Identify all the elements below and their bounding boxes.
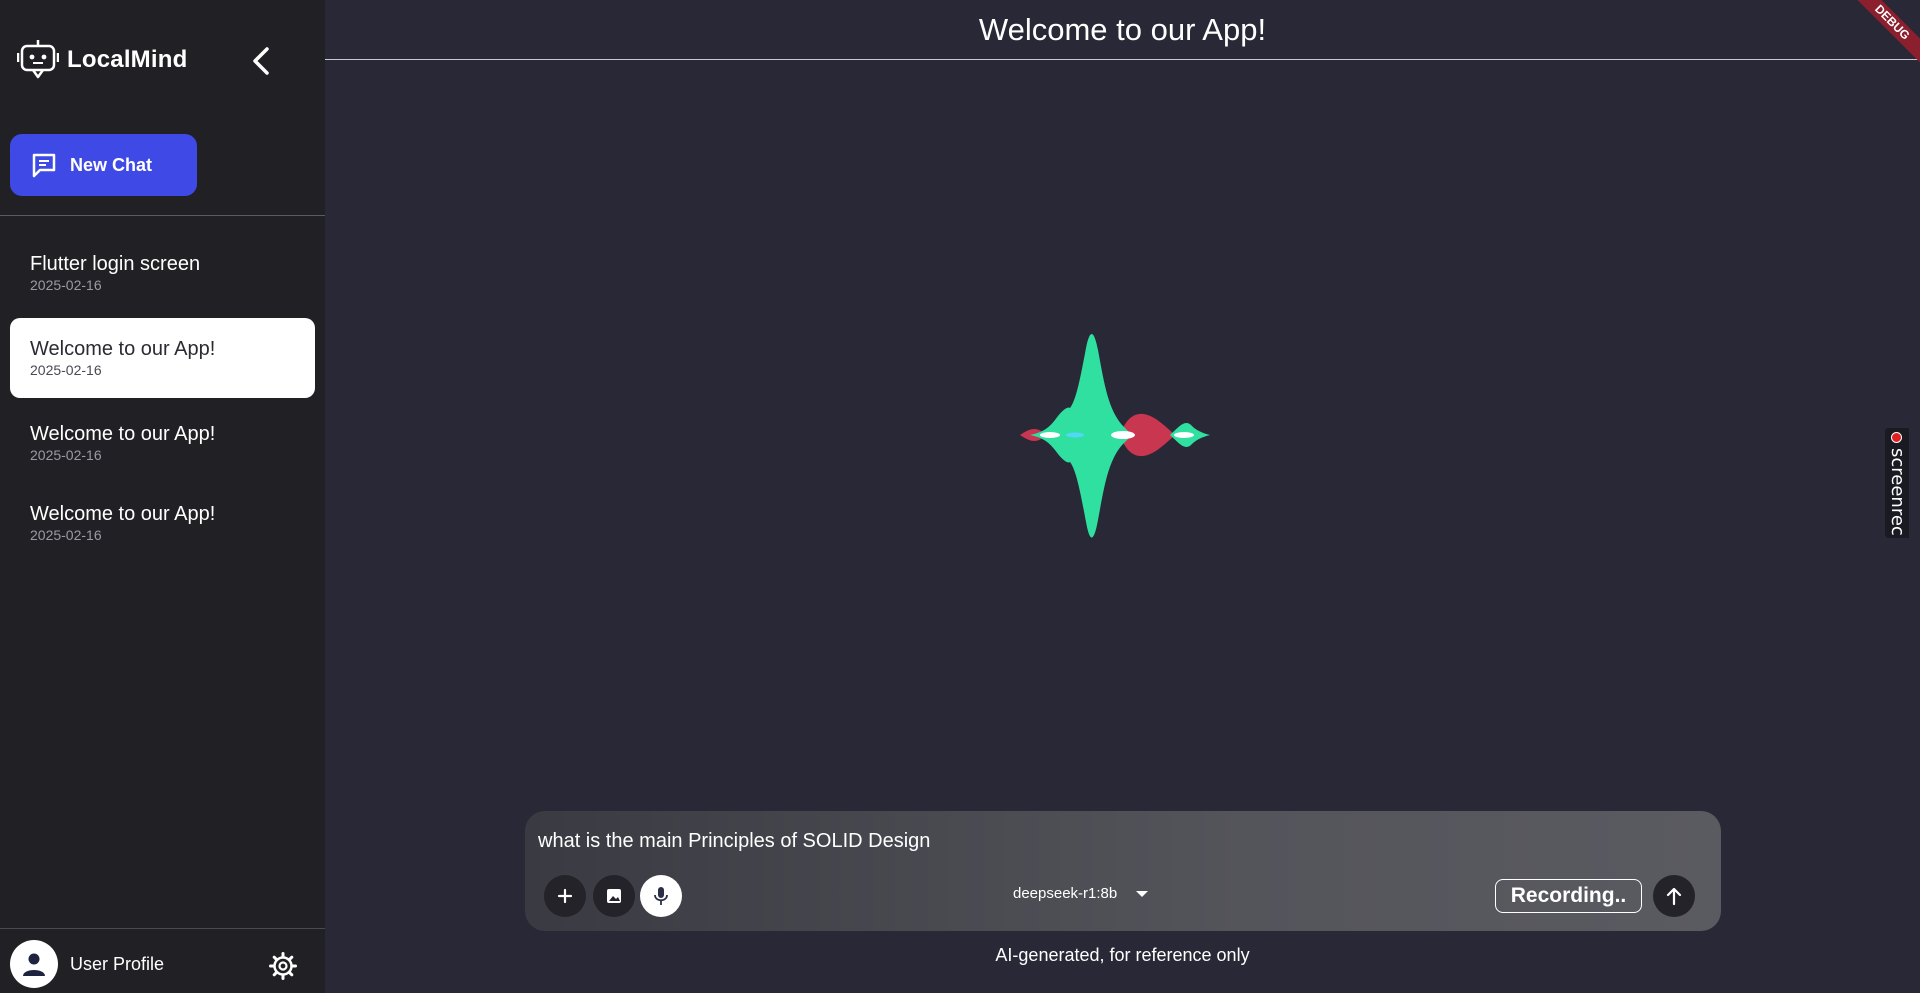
model-selector[interactable]: deepseek-r1:8b [1013, 885, 1149, 902]
message-input[interactable] [536, 825, 1690, 857]
screenrec-tab[interactable]: screenrec [1885, 428, 1909, 538]
record-dot-icon [1891, 432, 1902, 443]
chat-composer: deepseek-r1:8b Recording.. [525, 811, 1721, 931]
sidebar: LocalMind New Chat Flutter login screen … [0, 0, 325, 993]
chat-date: 2025-02-16 [30, 277, 102, 293]
profile-divider [0, 928, 325, 929]
chat-date: 2025-02-16 [30, 527, 102, 543]
microphone-icon [654, 887, 668, 905]
robot-chat-icon [17, 40, 59, 79]
brand: LocalMind [17, 38, 187, 82]
chat-history-item[interactable]: Welcome to our App! 2025-02-16 [10, 488, 315, 558]
new-chat-button[interactable]: New Chat [10, 134, 197, 196]
chat-title: Welcome to our App! [30, 423, 216, 445]
voice-waveform [920, 333, 1320, 538]
send-button[interactable] [1653, 875, 1695, 917]
add-attachment-button[interactable] [544, 875, 586, 917]
chat-history-item[interactable]: Flutter login screen 2025-02-16 [10, 238, 315, 308]
microphone-button[interactable] [640, 875, 682, 917]
brand-name: LocalMind [67, 46, 188, 73]
avatar [10, 940, 58, 988]
page-title: Welcome to our App! [978, 11, 1267, 47]
person-icon [23, 953, 45, 976]
model-name: deepseek-r1:8b [1013, 885, 1118, 902]
gear-icon [269, 952, 297, 980]
plus-icon [557, 888, 573, 904]
sidebar-divider [0, 215, 325, 216]
chat-history-list: Flutter login screen 2025-02-16 Welcome … [10, 238, 315, 568]
ai-disclaimer: AI-generated, for reference only [995, 945, 1250, 965]
caret-down-icon [1136, 890, 1149, 897]
screenrec-label: screenrec [1887, 448, 1908, 536]
add-image-button[interactable] [593, 875, 635, 917]
profile-name: User Profile [70, 953, 165, 974]
chat-title: Welcome to our App! [30, 338, 216, 360]
settings-button[interactable] [268, 951, 298, 986]
chat-title: Flutter login screen [30, 253, 201, 275]
collapse-sidebar-button[interactable] [246, 44, 276, 78]
chat-title: Welcome to our App! [30, 503, 216, 525]
user-profile-button[interactable]: User Profile [10, 940, 164, 988]
chat-history-item-active[interactable]: Welcome to our App! 2025-02-16 [10, 318, 315, 398]
chat-bubble-icon [32, 153, 56, 178]
recording-button[interactable]: Recording.. [1495, 879, 1642, 913]
chat-date: 2025-02-16 [30, 447, 102, 463]
header-divider [325, 59, 1920, 60]
chat-date: 2025-02-16 [30, 362, 102, 378]
image-icon [607, 889, 621, 903]
chevron-left-icon [253, 47, 269, 75]
new-chat-label: New Chat [70, 154, 153, 175]
arrow-up-icon [1666, 887, 1682, 906]
chat-history-item[interactable]: Welcome to our App! 2025-02-16 [10, 408, 315, 478]
